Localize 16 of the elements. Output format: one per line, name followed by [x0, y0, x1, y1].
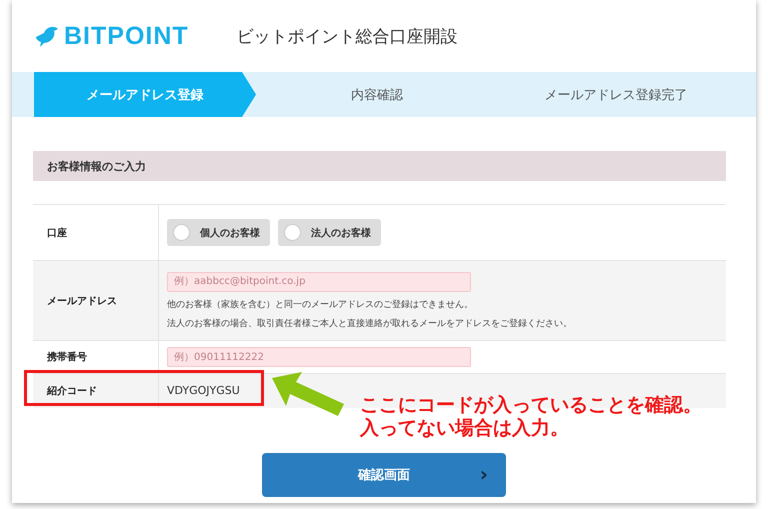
radio-option[interactable]: 個人のお客様 — [167, 219, 270, 246]
logo-text: BITPOINT — [64, 22, 189, 50]
page-title: ビットポイント総合口座開設 — [236, 26, 458, 48]
help-text: 法人のお客様の場合、取引責任者様ご本人と直接連絡が取れるメールをアドレスをご登録ください。 — [167, 318, 573, 330]
confirm-button[interactable]: 確認画面 › — [262, 452, 506, 496]
input-field[interactable]: 例）09011112222 — [167, 347, 471, 367]
input-field[interactable]: 例）aabbcc@bitpoint.co.jp — [167, 272, 471, 292]
field-label: 紹介コード — [33, 374, 158, 408]
bird-icon — [34, 25, 60, 47]
annotation-text: ここにコードが入っていることを確認。 — [360, 394, 702, 417]
annotation-text: 入ってない場合は入力。 — [360, 417, 570, 440]
radio-option[interactable]: 法人のお客様 — [278, 219, 381, 246]
section-title: お客様情報のご入力 — [47, 158, 146, 174]
code-value: VDYGOJYGSU — [167, 384, 240, 398]
field-label: メールアドレス — [33, 260, 158, 340]
help-text: 他のお客様（家族を含む）と同一のメールアドレスのご登録はできません。 — [167, 298, 474, 310]
